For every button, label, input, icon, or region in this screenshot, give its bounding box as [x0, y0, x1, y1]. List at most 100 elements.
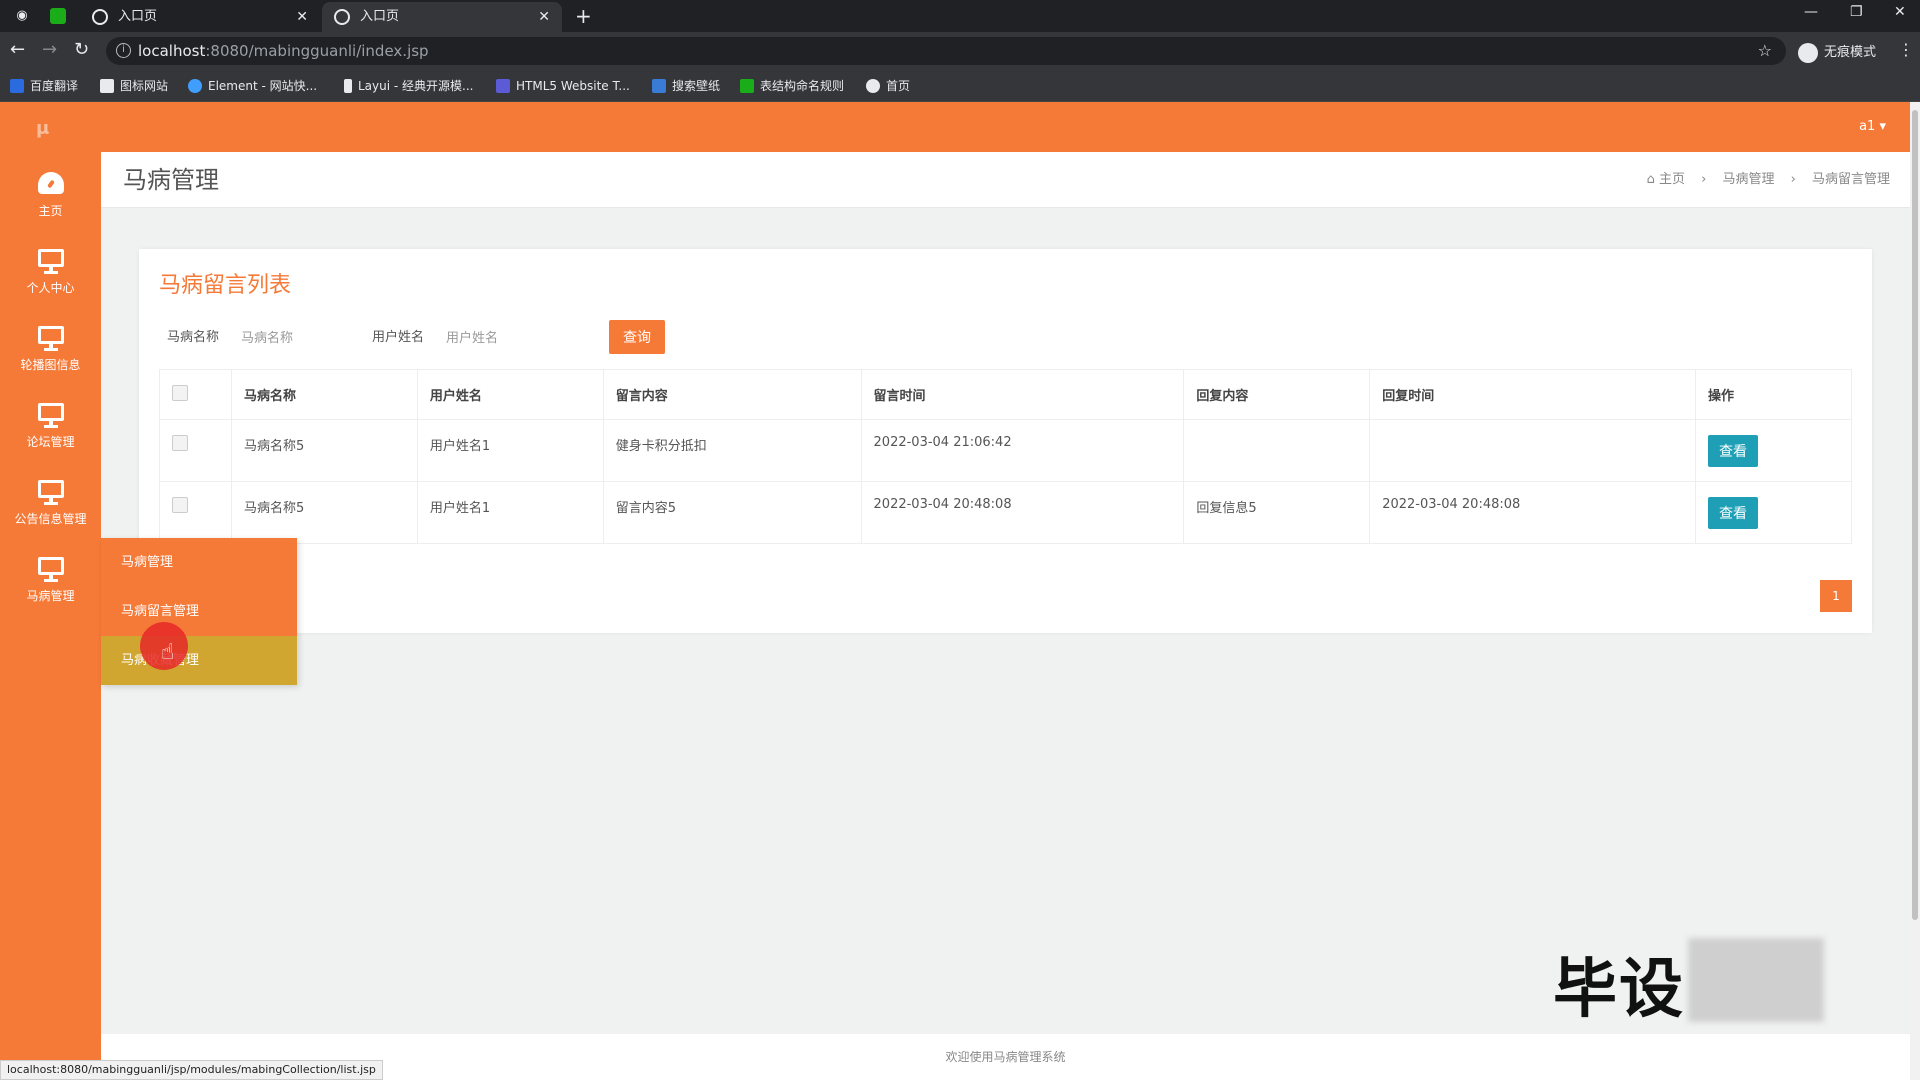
- column-header: 用户姓名: [416, 369, 604, 420]
- sidebar-item-label: 主页: [38, 204, 63, 218]
- cell-reply-time: 2022-03-04 20:48:08: [1369, 481, 1697, 544]
- browser-menu-icon[interactable]: ⋮: [1898, 40, 1914, 59]
- sidebar-item-forum[interactable]: 论坛管理: [0, 393, 101, 470]
- table-header-row: 马病名称 用户姓名 留言内容 留言时间 回复内容 回复时间 操作: [159, 369, 1852, 420]
- globe-icon: [92, 9, 108, 25]
- scrollbar-thumb[interactable]: [1912, 110, 1918, 920]
- sidebar-item-home[interactable]: 主页: [0, 162, 101, 239]
- page-scrollbar[interactable]: [1910, 102, 1920, 1080]
- close-icon[interactable]: ✕: [538, 2, 550, 32]
- row-checkbox[interactable]: [172, 435, 188, 451]
- incognito-indicator[interactable]: 无痕模式: [1798, 41, 1876, 63]
- bookmark-item[interactable]: 搜索壁纸: [652, 70, 720, 102]
- restore-icon[interactable]: ❐: [1850, 4, 1863, 20]
- dashboard-icon: [37, 172, 64, 196]
- cell-name: 马病名称5: [230, 481, 418, 544]
- search-button[interactable]: 查询: [609, 320, 665, 354]
- cell-time: 2022-03-04 21:06:42: [860, 419, 1185, 482]
- browser-tab-strip: ◉ 入口页 ✕ 入口页 ✕ + — ❐ ✕: [0, 0, 1920, 32]
- bookmark-icon: [10, 78, 24, 93]
- submenu-item-messages[interactable]: 马病留言管理: [101, 587, 297, 636]
- monitor-icon: [37, 480, 64, 505]
- sidebar-item-label: 轮播图信息: [20, 358, 81, 372]
- row-checkbox[interactable]: [172, 497, 188, 513]
- card-title: 马病留言列表: [159, 273, 292, 298]
- bookmark-item[interactable]: 首页: [866, 70, 910, 102]
- chevron-right-icon: ›: [1790, 172, 1796, 187]
- chrome-menu-icon[interactable]: ◉: [12, 6, 32, 26]
- monitor-icon: [37, 557, 64, 582]
- bookmark-item[interactable]: Layui - 经典开源模...: [344, 70, 473, 102]
- bookmark-item[interactable]: 表结构命名规则: [740, 70, 844, 102]
- address-toolbar: ← → ↻ i localhost:8080/mabingguanli/inde…: [0, 32, 1920, 70]
- bookmark-item[interactable]: Element - 网站快...: [188, 70, 317, 102]
- browser-tab-label: 入口页: [360, 9, 400, 24]
- breadcrumb-home[interactable]: 主页: [1659, 172, 1685, 187]
- breadcrumb-current: 马病留言管理: [1811, 172, 1890, 187]
- globe-icon: [334, 9, 350, 25]
- column-header: 马病名称: [230, 369, 418, 420]
- url-bar[interactable]: i localhost:8080/mabingguanli/index.jsp …: [106, 37, 1786, 65]
- bookmark-item[interactable]: 百度翻译: [10, 70, 78, 102]
- sidebar-item-carousel[interactable]: 轮播图信息: [0, 316, 101, 393]
- filter-user-label: 用户姓名: [372, 330, 425, 345]
- sidebar-item-horse-disease[interactable]: 马病管理: [0, 547, 101, 624]
- monitor-icon: [37, 403, 64, 428]
- back-icon[interactable]: ←: [10, 40, 25, 60]
- view-button[interactable]: 查看: [1708, 434, 1759, 467]
- list-card: 马病留言列表 马病名称 用户姓名 查询 马病名称 用户姓名 留言内容 留言时间 …: [139, 249, 1872, 633]
- app-header: μ a1 ▾: [0, 102, 1910, 152]
- app-logo-icon: μ: [36, 118, 50, 139]
- filter-name-label: 马病名称: [167, 330, 220, 345]
- forward-icon[interactable]: →: [42, 40, 57, 60]
- bookmark-star-icon[interactable]: ☆: [1758, 37, 1772, 65]
- filter-user-input[interactable]: [446, 327, 566, 349]
- close-icon[interactable]: ✕: [296, 2, 308, 32]
- column-header: 操作: [1695, 369, 1852, 420]
- row-select-cell: [159, 419, 232, 482]
- cell-content: 健身卡积分抵扣: [602, 419, 862, 482]
- sidebar-item-notice[interactable]: 公告信息管理: [0, 470, 101, 547]
- blurred-region: [1688, 938, 1824, 1022]
- cell-name: 马病名称5: [230, 419, 418, 482]
- pinned-tab-icon[interactable]: [50, 8, 66, 24]
- sidebar-item-label: 论坛管理: [26, 435, 75, 449]
- page-title: 马病管理: [123, 166, 219, 194]
- layui-logo-icon: [344, 78, 352, 93]
- bookmark-item[interactable]: 图标网站: [100, 70, 168, 102]
- cell-reply: [1183, 419, 1371, 482]
- submenu-item-favorites[interactable]: 马病收藏管理: [101, 636, 297, 685]
- watermark: 毕设: [1553, 953, 1685, 1027]
- column-header: 回复内容: [1183, 369, 1371, 420]
- user-menu[interactable]: a1 ▾: [1859, 102, 1886, 152]
- sidebar-item-personal-center[interactable]: 个人中心: [0, 239, 101, 316]
- view-button[interactable]: 查看: [1708, 496, 1759, 529]
- new-tab-button[interactable]: +: [575, 2, 592, 30]
- bookmark-item[interactable]: HTML5 Website T...: [496, 70, 630, 102]
- chevron-right-icon: ›: [1701, 172, 1707, 187]
- reload-icon[interactable]: ↻: [74, 40, 89, 60]
- breadcrumb-section[interactable]: 马病管理: [1722, 172, 1774, 187]
- select-all-checkbox[interactable]: [172, 384, 188, 401]
- cell-actions: 查看: [1695, 481, 1852, 544]
- url-text: localhost:8080/mabingguanli/index.jsp: [138, 42, 429, 60]
- info-icon[interactable]: i: [116, 43, 131, 58]
- sidebar-item-label: 马病管理: [26, 589, 75, 603]
- message-table: 马病名称 用户姓名 留言内容 留言时间 回复内容 回复时间 操作 马病名称5 用…: [159, 369, 1852, 544]
- row-select-cell: [159, 481, 232, 544]
- pagination-page-1[interactable]: 1: [1820, 580, 1852, 612]
- filter-name-input[interactable]: [241, 327, 361, 349]
- cell-reply-time: [1369, 419, 1697, 482]
- close-window-icon[interactable]: ✕: [1894, 4, 1906, 20]
- minimize-icon[interactable]: —: [1804, 4, 1818, 20]
- status-url: localhost:8080/mabingguanli/jsp/modules/…: [0, 1060, 383, 1080]
- submenu-item-disease[interactable]: 马病管理: [101, 538, 297, 587]
- browser-tab-1[interactable]: 入口页 ✕: [80, 2, 320, 32]
- browser-tab-2[interactable]: 入口页 ✕: [322, 2, 562, 32]
- column-header: 留言内容: [602, 369, 862, 420]
- cell-user: 用户姓名1: [416, 481, 604, 544]
- sidebar-submenu: 马病管理 马病留言管理 马病收藏管理: [101, 538, 297, 685]
- globe-icon: [866, 78, 880, 93]
- sidebar: 主页 个人中心 轮播图信息 论坛管理 公告信息管理 马病管理: [0, 152, 101, 1080]
- element-logo-icon: [188, 78, 202, 93]
